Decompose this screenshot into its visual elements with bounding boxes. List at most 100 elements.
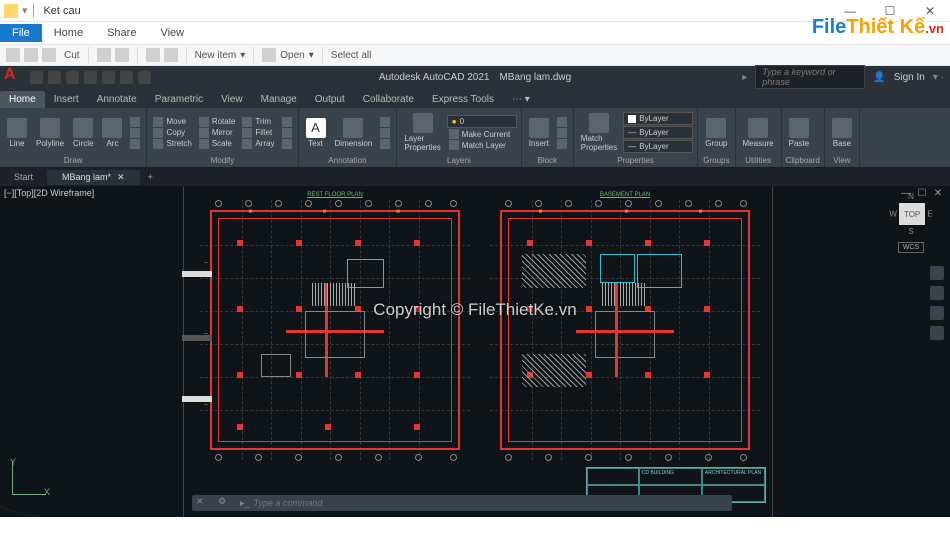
block-edit[interactable]	[555, 128, 569, 138]
line-button[interactable]: Line	[4, 117, 30, 149]
wcs-badge[interactable]: WCS	[898, 242, 924, 253]
new-item-label[interactable]: New item	[195, 50, 237, 61]
leader-button[interactable]	[378, 117, 392, 127]
command-line[interactable]: ✕ ⚙ ▸_	[192, 495, 732, 511]
match-properties-button[interactable]: Match Properties	[578, 112, 620, 153]
qat-saveas-icon[interactable]	[84, 71, 97, 84]
autocad-logo-icon[interactable]	[4, 68, 22, 86]
vp-maximize-icon[interactable]: ☐	[916, 188, 928, 198]
doc-tab-active[interactable]: MBang lam*✕	[48, 170, 140, 185]
qat-open-icon[interactable]	[48, 71, 61, 84]
qat-plot-icon[interactable]	[102, 71, 115, 84]
ribbon-tab-insert[interactable]: Insert	[45, 91, 88, 108]
nav-wheel-icon[interactable]	[930, 266, 944, 280]
close-button[interactable]: ✕	[910, 0, 950, 22]
polyline-button[interactable]: Polyline	[33, 117, 67, 149]
cut-label[interactable]: Cut	[64, 50, 80, 61]
linetype-combo[interactable]: —ByLayer	[623, 140, 693, 153]
array-button[interactable]: Array	[240, 139, 276, 149]
acad-search-input[interactable]: Type a keyword or phrase	[755, 65, 865, 89]
qat-undo-icon[interactable]	[120, 71, 133, 84]
block-create[interactable]	[555, 117, 569, 127]
dimension-button[interactable]: Dimension	[332, 117, 376, 149]
anno-extra[interactable]	[378, 139, 392, 149]
vp-minimize-icon[interactable]: —	[900, 188, 912, 198]
open-label[interactable]: Open	[280, 50, 304, 61]
viewcube[interactable]: N W TOP E S WCS	[882, 192, 940, 253]
modify-extra2[interactable]	[280, 128, 294, 138]
ribbon-tab-view[interactable]: View	[212, 91, 252, 108]
ribbon-tab-manage[interactable]: Manage	[252, 91, 306, 108]
user-icon[interactable]: 👤	[873, 72, 885, 83]
layer-combo[interactable]: ●0	[447, 115, 517, 128]
circle-button[interactable]: Circle	[70, 117, 96, 149]
command-input[interactable]	[254, 498, 732, 508]
drawing-area[interactable]: [−][Top][2D Wireframe] — ☐ ✕ REST FLOOR …	[0, 186, 950, 517]
explorer-tab-share[interactable]: Share	[95, 24, 148, 42]
cmd-close-icon[interactable]: ✕	[196, 496, 210, 510]
arc-button[interactable]: Arc	[99, 117, 125, 149]
ribbon-tab-collaborate[interactable]: Collaborate	[354, 91, 423, 108]
move-to-icon[interactable]	[97, 48, 111, 62]
properties-icon[interactable]	[262, 48, 276, 62]
minimize-button[interactable]: —	[830, 0, 870, 22]
qat-save-icon[interactable]	[66, 71, 79, 84]
pin-icon[interactable]	[6, 48, 20, 62]
modify-extra1[interactable]	[280, 117, 294, 127]
fillet-button[interactable]: Fillet	[240, 128, 276, 138]
rename-icon[interactable]	[164, 48, 178, 62]
insert-button[interactable]: Insert	[526, 117, 552, 149]
explorer-tab-file[interactable]: File	[0, 24, 42, 42]
modify-extra3[interactable]	[280, 139, 294, 149]
text-button[interactable]: AText	[303, 117, 329, 149]
lineweight-combo[interactable]: —ByLayer	[623, 126, 693, 139]
table-button[interactable]	[378, 128, 392, 138]
trim-button[interactable]: Trim	[240, 117, 276, 127]
draw-extra1[interactable]	[128, 117, 142, 127]
ribbon-tab-annotate[interactable]: Annotate	[88, 91, 146, 108]
qat-redo-icon[interactable]	[138, 71, 151, 84]
ribbon-tab-home[interactable]: Home	[0, 91, 45, 108]
explorer-tab-home[interactable]: Home	[42, 24, 95, 42]
match-layer-button[interactable]: Match Layer	[447, 140, 517, 150]
draw-extra2[interactable]	[128, 128, 142, 138]
viewport-label[interactable]: [−][Top][2D Wireframe]	[4, 188, 94, 198]
rotate-button[interactable]: Rotate	[197, 117, 238, 127]
ribbon-tab-extra[interactable]: ⋯ ▾	[503, 91, 539, 108]
mirror-button[interactable]: Mirror	[197, 128, 238, 138]
paste-icon[interactable]	[42, 48, 56, 62]
nav-zoom-icon[interactable]	[930, 306, 944, 320]
make-current-button[interactable]: Make Current	[447, 129, 517, 139]
cmd-customize-icon[interactable]: ⚙	[218, 496, 232, 510]
group-button[interactable]: Group	[702, 117, 730, 149]
base-button[interactable]: Base	[829, 117, 855, 149]
move-button[interactable]: Move	[151, 117, 193, 127]
ribbon-tab-express[interactable]: Express Tools	[423, 91, 503, 108]
doc-tab-start[interactable]: Start	[0, 170, 48, 184]
color-combo[interactable]: ByLayer	[623, 112, 693, 125]
scale-button[interactable]: Scale	[197, 139, 238, 149]
stretch-button[interactable]: Stretch	[151, 139, 193, 149]
viewcube-top[interactable]: TOP	[899, 203, 925, 225]
vp-close-icon[interactable]: ✕	[932, 188, 944, 198]
delete-icon[interactable]	[146, 48, 160, 62]
tab-close-icon[interactable]: ✕	[117, 172, 125, 183]
paste-button[interactable]: Paste	[786, 117, 812, 149]
layer-properties-button[interactable]: Layer Properties	[401, 112, 443, 153]
copy-to-icon[interactable]	[115, 48, 129, 62]
new-tab-button[interactable]: +	[140, 172, 161, 182]
copy-icon[interactable]	[24, 48, 38, 62]
qat-new-icon[interactable]	[30, 71, 43, 84]
maximize-button[interactable]: ☐	[870, 0, 910, 22]
measure-button[interactable]: Measure	[740, 117, 777, 149]
explorer-tab-view[interactable]: View	[148, 24, 196, 42]
ribbon-tab-output[interactable]: Output	[306, 91, 354, 108]
nav-pan-icon[interactable]	[930, 286, 944, 300]
copy-button[interactable]: Copy	[151, 128, 193, 138]
ucs-icon[interactable]: Y X	[10, 457, 50, 497]
draw-extra3[interactable]	[128, 139, 142, 149]
ribbon-tab-parametric[interactable]: Parametric	[146, 91, 212, 108]
nav-orbit-icon[interactable]	[930, 326, 944, 340]
sign-in-label[interactable]: Sign In	[894, 72, 925, 83]
block-attr[interactable]	[555, 139, 569, 149]
